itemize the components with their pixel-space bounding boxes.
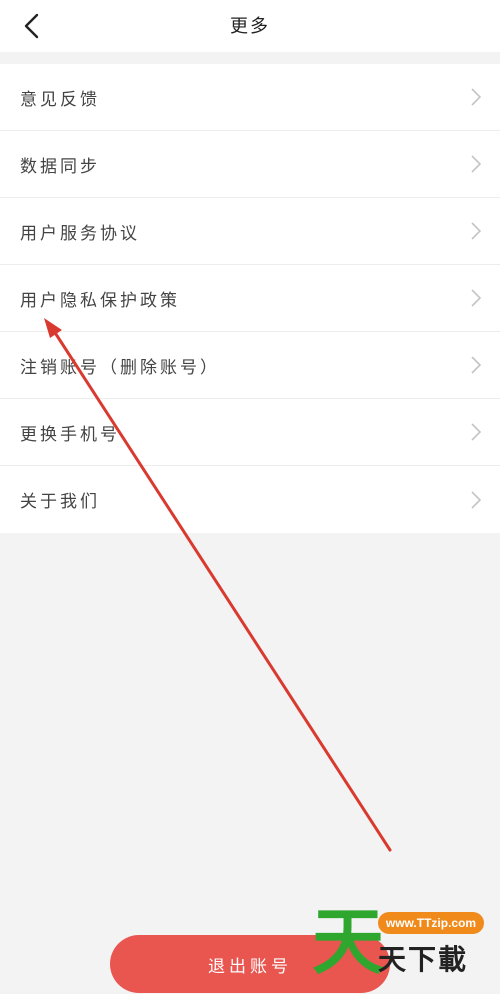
chevron-right-icon — [470, 87, 482, 107]
watermark-big-char: 天 — [312, 899, 385, 984]
chevron-right-icon — [470, 154, 482, 174]
menu-item-label: 用户服务协议 — [20, 223, 140, 244]
chevron-right-icon — [470, 490, 482, 510]
menu-item-label: 数据同步 — [20, 156, 100, 177]
watermark-url: www.TTzip.com — [378, 912, 484, 934]
watermark-text: 天下載 — [378, 943, 469, 976]
page-title: 更多 — [230, 16, 270, 37]
menu-item-label: 更换手机号 — [20, 424, 120, 445]
menu-item-service-agreement[interactable]: 用户服务协议 — [0, 198, 500, 265]
menu-item-privacy-policy[interactable]: 用户隐私保护政策 — [0, 265, 500, 332]
menu-item-label: 关于我们 — [20, 492, 100, 512]
menu-item-label: 意见反馈 — [20, 89, 100, 110]
menu-item-delete-account[interactable]: 注销账号（删除账号） — [0, 332, 500, 399]
menu-item-change-phone[interactable]: 更换手机号 — [0, 399, 500, 466]
top-bar: 更多 — [0, 0, 500, 52]
menu-item-feedback[interactable]: 意见反馈 — [0, 64, 500, 131]
watermark-logo: 天 www.TTzip.com 天下載 — [308, 902, 500, 994]
settings-menu: 意见反馈 数据同步 用户服务协议 用户隐私保护政策 注销账号（删除账号） 更换手… — [0, 64, 500, 533]
menu-item-about-us[interactable]: 关于我们 — [0, 466, 500, 533]
chevron-right-icon — [470, 422, 482, 442]
chevron-right-icon — [470, 221, 482, 241]
menu-item-data-sync[interactable]: 数据同步 — [0, 131, 500, 198]
chevron-right-icon — [470, 355, 482, 375]
chevron-right-icon — [470, 288, 482, 308]
menu-item-label: 注销账号（删除账号） — [20, 357, 220, 378]
menu-item-label: 用户隐私保护政策 — [20, 290, 180, 311]
